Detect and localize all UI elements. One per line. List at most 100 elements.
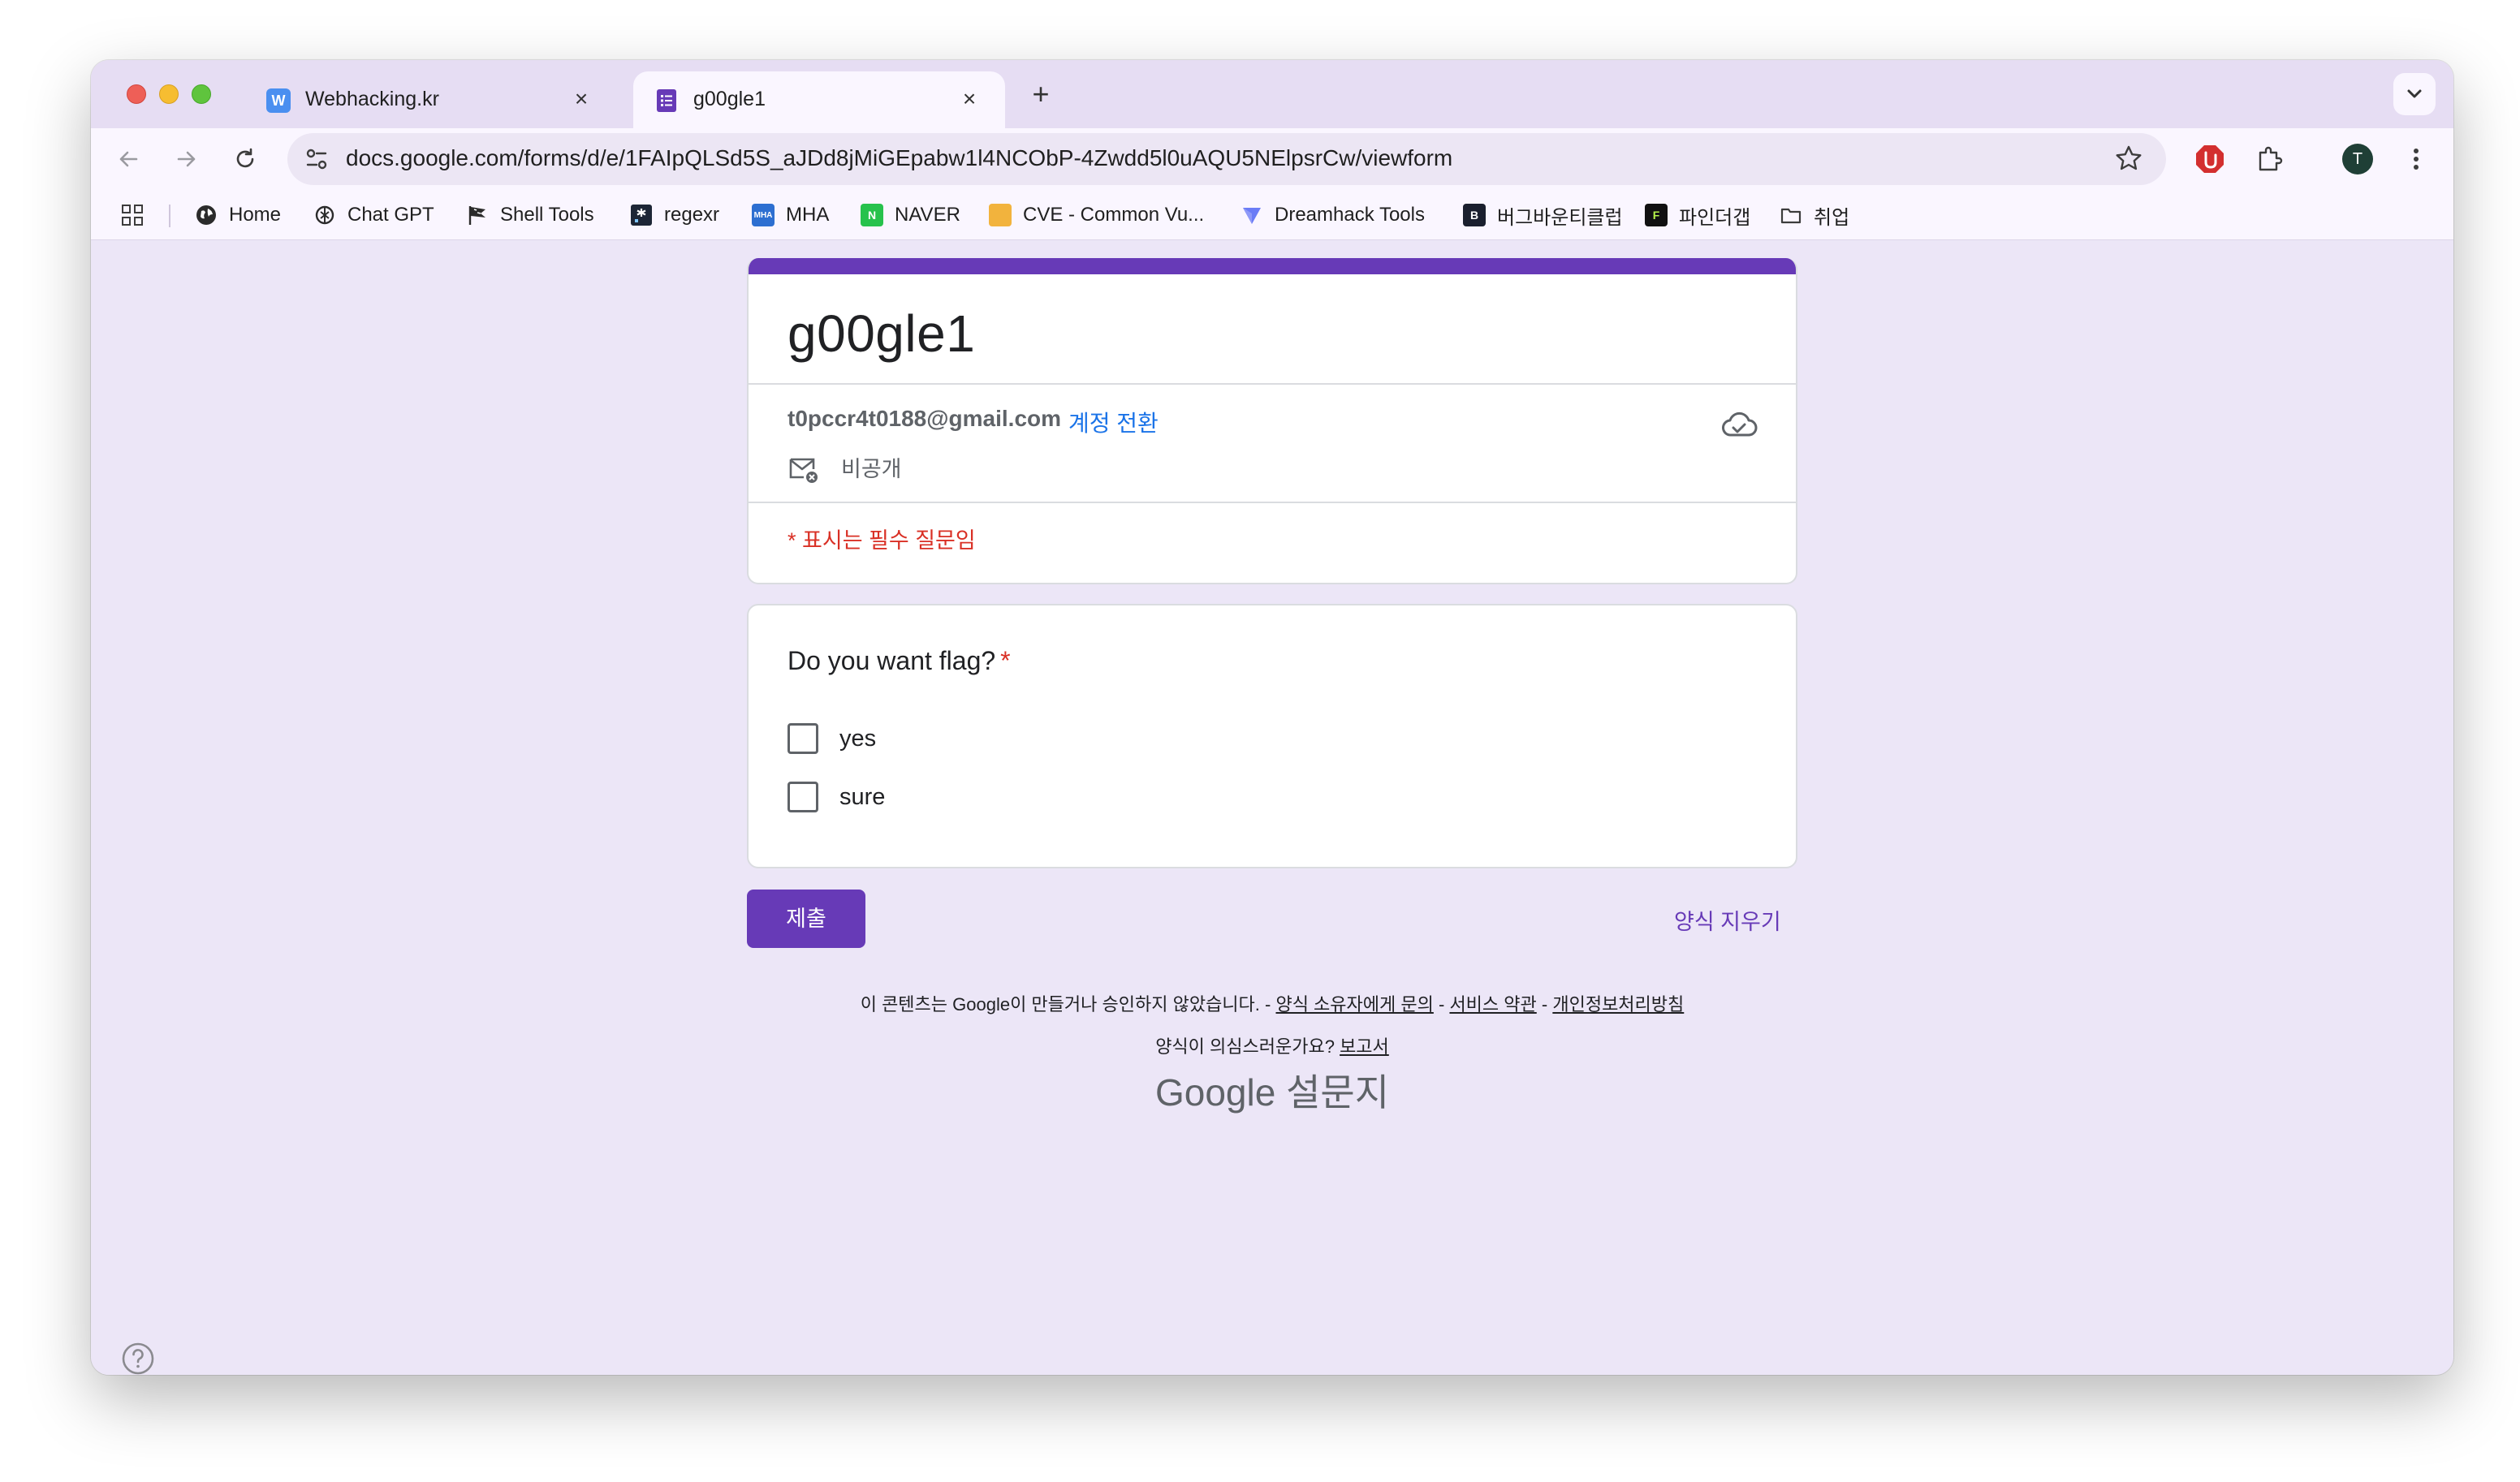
option-label: sure (839, 783, 886, 810)
question-text: Do you want flag? (788, 646, 996, 675)
dreamhack-icon (1243, 208, 1261, 224)
bookmark-bugbounty-club[interactable]: B 버그바운티클럽 (1463, 201, 1623, 229)
back-button[interactable] (109, 140, 148, 179)
bugbounty-icon: B (1463, 204, 1486, 226)
form-header-card: g00gle1 t0pccr4t0188@gmail.com 계정 전환 비공개… (747, 258, 1797, 584)
extensions-button[interactable] (2250, 140, 2289, 179)
browser-window: W Webhacking.kr × g00gle1 × + docs.googl… (91, 60, 2453, 1375)
naver-icon: N (861, 204, 883, 226)
globe-icon (196, 205, 216, 225)
bookmark-label: NAVER (895, 204, 960, 226)
disclaimer-text: 이 콘텐츠는 Google이 만들거나 승인하지 않았습니다. - (860, 994, 1271, 1015)
checkbox[interactable] (788, 723, 818, 754)
report-link[interactable]: 보고서 (1340, 1036, 1389, 1057)
arrow-left-icon (119, 151, 138, 167)
regexr-icon (631, 205, 652, 226)
tab-search-button[interactable] (2393, 73, 2436, 115)
bookmark-star-icon[interactable] (2112, 143, 2145, 175)
suspicious-text: 양식이 의심스러운가요? (1155, 1036, 1335, 1057)
mha-icon: MHA (752, 204, 775, 226)
bookmarks-bar: Home Chat GPT Shell Tools regexr MHA MHA… (91, 190, 2453, 240)
terms-link[interactable]: 서비스 약관 (1449, 994, 1536, 1015)
forward-button[interactable] (167, 140, 206, 179)
switch-account-link[interactable]: 계정 전환 (1068, 406, 1159, 438)
minimize-window-button[interactable] (159, 84, 179, 104)
bookmark-naver[interactable]: N NAVER (861, 201, 960, 229)
tab-webhacking[interactable]: W Webhacking.kr × (245, 71, 617, 128)
tab-close-icon[interactable]: × (956, 86, 982, 112)
question-title: Do you want flag? * (788, 646, 1011, 676)
cve-icon (989, 204, 1012, 226)
option-sure[interactable]: sure (788, 781, 885, 813)
form-title: g00gle1 (788, 304, 976, 363)
bookmark-label: Chat GPT (347, 204, 434, 226)
arrow-right-icon (177, 151, 196, 167)
bookmark-mha[interactable]: MHA MHA (752, 201, 829, 229)
site-settings-icon[interactable] (300, 143, 333, 175)
tab-title: g00gle1 (693, 88, 766, 110)
bookmark-folder-jobs[interactable]: 취업 (1780, 201, 1849, 229)
favicon-letter: W (271, 92, 286, 109)
required-mark: * (1000, 646, 1011, 675)
bookmark-chat-gpt[interactable]: Chat GPT (313, 201, 434, 229)
maximize-window-button[interactable] (192, 84, 211, 104)
reload-icon (236, 148, 254, 168)
folder-icon (1780, 208, 1802, 224)
more-vertical-icon (2414, 149, 2419, 170)
google-wordmark: Google (1154, 1071, 1276, 1114)
checkbox[interactable] (788, 782, 818, 812)
tab-title: Webhacking.kr (305, 88, 439, 110)
bookmark-label: MHA (786, 204, 830, 226)
privacy-label: 비공개 (841, 457, 902, 481)
required-note: * 표시는 필수 질문임 (788, 528, 976, 553)
bookmark-home[interactable]: Home (195, 201, 281, 229)
account-email: t0pccr4t0188@gmail.com (788, 406, 1062, 431)
page-content: g00gle1 t0pccr4t0188@gmail.com 계정 전환 비공개… (91, 240, 2453, 1375)
submit-button[interactable]: 제출 (747, 890, 865, 948)
contact-owner-link[interactable]: 양식 소유자에게 문의 (1275, 994, 1433, 1015)
bookmark-label: Shell Tools (500, 204, 594, 226)
cloud-done-icon (1722, 412, 1758, 437)
bookmark-label: CVE - Common Vu... (1023, 204, 1205, 226)
extension-adblock-button[interactable] (2190, 140, 2229, 179)
avatar: T (2342, 144, 2373, 174)
option-yes[interactable]: yes (788, 722, 876, 755)
bookmark-label: 취업 (1814, 206, 1850, 229)
bookmark-label: Dreamhack Tools (1275, 204, 1425, 226)
help-icon[interactable] (120, 1341, 156, 1375)
bookmark-label: regexr (664, 204, 720, 226)
profile-button[interactable]: T (2338, 140, 2377, 179)
google-forms-brand[interactable]: Google 설문지 (747, 1063, 1797, 1117)
close-window-button[interactable] (127, 84, 146, 104)
bookmark-label: Home (229, 204, 282, 226)
address-bar[interactable]: docs.google.com/forms/d/e/1FAIpQLSd5S_aJ… (287, 133, 2166, 185)
url-text[interactable]: docs.google.com/forms/d/e/1FAIpQLSd5S_aJ… (346, 145, 1452, 171)
privacy-policy-link[interactable]: 개인정보처리방침 (1552, 994, 1684, 1015)
tab-g00gle1[interactable]: g00gle1 × (633, 71, 1005, 128)
footer-report: 양식이 의심스러운가요? 보고서 (747, 1032, 1797, 1058)
divider (749, 383, 1796, 385)
apps-button[interactable] (120, 201, 145, 229)
forms-wordmark: 설문지 (1286, 1071, 1390, 1114)
tab-close-icon[interactable]: × (568, 86, 594, 112)
openai-icon (315, 205, 334, 225)
footer-disclaimer: 이 콘텐츠는 Google이 만들거나 승인하지 않았습니다. - 양식 소유자… (747, 990, 1797, 1016)
option-label: yes (839, 725, 877, 752)
bookmark-shell-tools[interactable]: Shell Tools (466, 201, 594, 229)
new-tab-button[interactable]: + (1025, 80, 1057, 112)
browser-menu-button[interactable] (2397, 140, 2436, 179)
reload-button[interactable] (226, 140, 265, 179)
divider (749, 502, 1796, 503)
bookmark-findergap[interactable]: F 파인더갭 (1645, 201, 1750, 229)
bookmark-dreamhack-tools[interactable]: Dreamhack Tools (1241, 201, 1425, 229)
mail-private-icon (789, 458, 818, 483)
stop-sign-icon (2196, 145, 2224, 173)
separator: - (1438, 994, 1445, 1015)
bookmark-cve[interactable]: CVE - Common Vu... (989, 201, 1204, 229)
webhacking-favicon-icon: W (266, 88, 291, 113)
bookmark-label: 파인더갭 (1679, 206, 1751, 229)
bookmark-regexr[interactable]: regexr (630, 201, 719, 229)
apps-grid-icon (122, 205, 143, 226)
clear-form-button[interactable]: 양식 지우기 (1674, 904, 1781, 936)
forms-favicon-icon (654, 88, 679, 113)
